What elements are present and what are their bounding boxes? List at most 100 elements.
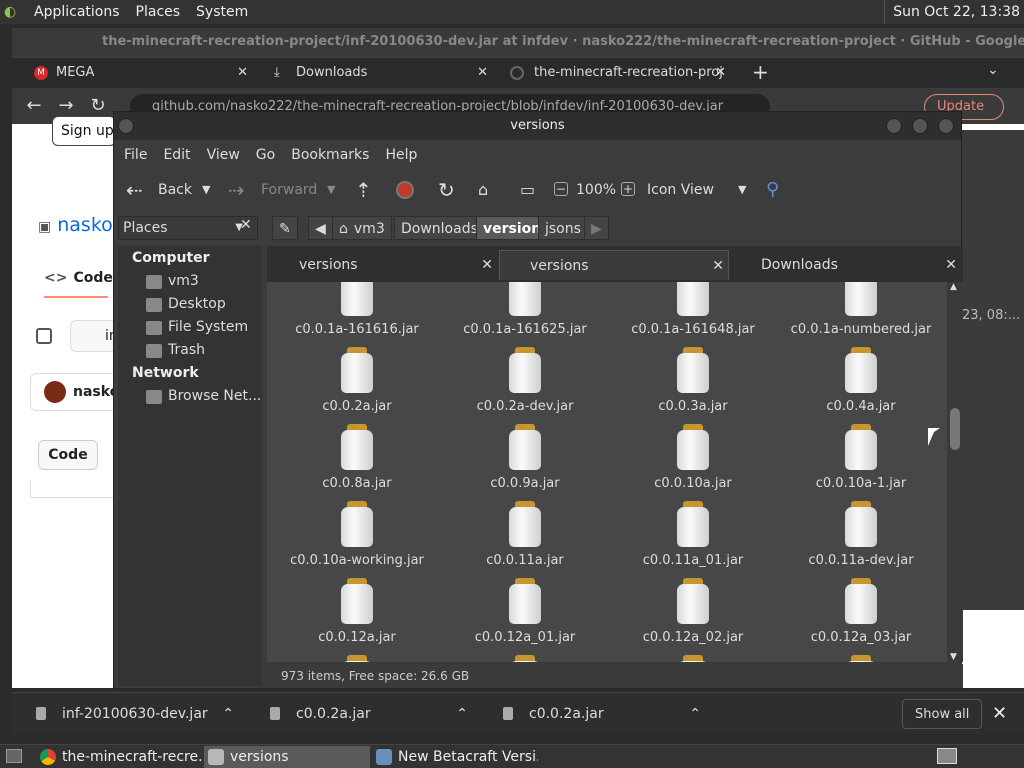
chevron-up-icon[interactable]: ⌃ xyxy=(456,693,468,735)
close-icon[interactable]: ✕ xyxy=(481,250,493,280)
file-item-partial[interactable] xyxy=(609,655,777,662)
file-item[interactable]: c0.0.1a-161616.jar xyxy=(273,282,441,337)
close-icon[interactable] xyxy=(938,118,954,134)
file-item[interactable]: c0.0.9a.jar xyxy=(441,424,609,491)
file-item-partial[interactable] xyxy=(777,655,945,662)
chevron-up-icon[interactable]: ⌃ xyxy=(222,693,234,735)
file-item[interactable]: c0.0.8a.jar xyxy=(273,424,441,491)
sidebar-item-vm3[interactable]: vm3 xyxy=(146,273,199,289)
file-item-partial[interactable] xyxy=(441,655,609,662)
scroll-up-icon[interactable]: ▲ xyxy=(950,282,957,292)
code-button[interactable]: Code xyxy=(38,440,98,470)
close-icon[interactable]: ✕ xyxy=(992,693,1007,735)
menu-go[interactable]: Go xyxy=(250,147,281,163)
file-item[interactable]: c0.0.2a.jar xyxy=(273,347,441,414)
back-arrow-icon[interactable]: ⇠ xyxy=(126,170,143,210)
tab-mega[interactable]: M MEGA ✕ xyxy=(24,58,254,88)
window-menu-icon[interactable] xyxy=(118,118,134,134)
panel-toggle-icon[interactable] xyxy=(36,328,52,344)
file-item[interactable]: c0.0.10a-working.jar xyxy=(273,501,441,568)
close-icon[interactable]: ✕ xyxy=(715,58,726,88)
file-item[interactable]: c0.0.11a.jar xyxy=(441,501,609,568)
distro-logo-icon[interactable]: ◐ xyxy=(0,0,26,24)
file-item[interactable]: c0.0.12a.jar xyxy=(273,578,441,645)
minimize-icon[interactable] xyxy=(886,118,902,134)
reload-icon[interactable]: ↻ xyxy=(86,94,110,118)
back-icon[interactable]: ← xyxy=(22,94,46,118)
tab-downloads[interactable]: Downloads ✕ xyxy=(731,250,961,280)
crumb-right-icon[interactable]: ▶ xyxy=(584,216,609,240)
menu-edit[interactable]: Edit xyxy=(157,147,196,163)
clock[interactable]: Sun Oct 22, 13:38 xyxy=(884,0,1020,24)
download-item[interactable]: inf-20100630-dev.jar ⌃ xyxy=(12,693,242,735)
reload-icon[interactable]: ↻ xyxy=(438,170,455,210)
close-icon[interactable]: ✕ xyxy=(945,250,957,280)
sign-up-button[interactable]: Sign up xyxy=(52,116,116,146)
tab-versions-1[interactable]: versions ✕ xyxy=(269,250,497,280)
chevron-down-icon[interactable]: ▼ xyxy=(738,170,746,210)
menu-places[interactable]: Places xyxy=(128,0,189,24)
close-icon[interactable]: ✕ xyxy=(477,58,488,88)
file-item[interactable]: c0.0.10a-1.jar xyxy=(777,424,945,491)
edit-location-icon[interactable]: ✎ xyxy=(272,216,298,240)
forward-arrow-icon[interactable]: ⇢ xyxy=(228,170,245,210)
workspace-switcher-icon[interactable] xyxy=(937,748,957,764)
file-item[interactable]: c0.0.4a.jar xyxy=(777,347,945,414)
sidebar-item-desktop[interactable]: Desktop xyxy=(146,296,226,312)
show-all-button[interactable]: Show all xyxy=(902,699,983,729)
back-history-icon[interactable]: ▼ xyxy=(202,170,210,210)
crumb-downloads[interactable]: Downloads xyxy=(394,216,485,240)
task-versions[interactable]: versions xyxy=(204,746,370,768)
menu-file[interactable]: File xyxy=(118,147,153,163)
vertical-scrollbar[interactable]: ▲ ▼ xyxy=(947,282,963,662)
crumb-jsons[interactable]: jsons xyxy=(538,216,588,240)
crumb-left-icon[interactable]: ◀ xyxy=(308,216,333,240)
file-item[interactable]: c0.0.1a-numbered.jar xyxy=(777,282,945,337)
file-item[interactable]: c0.0.1a-161648.jar xyxy=(609,282,777,337)
tab-versions-2[interactable]: versions ✕ xyxy=(499,250,729,280)
avatar[interactable] xyxy=(44,381,66,403)
menu-system[interactable]: System xyxy=(188,0,256,24)
scroll-down-icon[interactable]: ▼ xyxy=(950,652,957,662)
download-item[interactable]: c0.0.2a.jar ⌃ xyxy=(479,693,709,735)
file-item[interactable]: c0.0.11a-dev.jar xyxy=(777,501,945,568)
computer-icon[interactable]: ▭ xyxy=(520,170,535,210)
tab-search-icon[interactable]: ⌄ xyxy=(987,62,999,78)
sidebar-item-file-system[interactable]: File System xyxy=(146,319,248,335)
maximize-icon[interactable] xyxy=(912,118,928,134)
file-item[interactable]: c0.0.12a_03.jar xyxy=(777,578,945,645)
menu-help[interactable]: Help xyxy=(379,147,423,163)
file-item[interactable]: c0.0.12a_01.jar xyxy=(441,578,609,645)
tab-downloads[interactable]: ⤓ Downloads ✕ xyxy=(264,58,494,88)
file-item[interactable]: c0.0.3a.jar xyxy=(609,347,777,414)
file-item-partial[interactable] xyxy=(273,655,441,662)
forward-history-icon[interactable]: ▼ xyxy=(327,170,335,210)
tab-github[interactable]: the-minecraft-recreation-proj ✕ xyxy=(502,58,732,88)
search-icon[interactable]: ⚲ xyxy=(766,170,779,210)
chevron-up-icon[interactable]: ⌃ xyxy=(689,693,701,735)
task-betacraft[interactable]: New Betacraft Versi... xyxy=(372,746,538,768)
sidebar-type-select[interactable]: Places ▼ xyxy=(118,216,258,240)
up-icon[interactable]: ⇡ xyxy=(355,170,372,210)
scrollbar-thumb[interactable] xyxy=(950,408,960,450)
menu-applications[interactable]: Applications xyxy=(26,0,128,24)
zoom-out-icon[interactable]: − xyxy=(554,182,568,196)
menu-bookmarks[interactable]: Bookmarks xyxy=(285,147,375,163)
close-sidebar-icon[interactable]: ✕ xyxy=(240,217,252,233)
close-icon[interactable]: ✕ xyxy=(712,251,724,281)
task-chrome[interactable]: the-minecraft-recre... xyxy=(36,746,202,768)
file-item[interactable]: c0.0.10a.jar xyxy=(609,424,777,491)
file-item[interactable]: c0.0.1a-161625.jar xyxy=(441,282,609,337)
repo-link[interactable]: ▣ nasko xyxy=(38,214,113,236)
file-item[interactable]: c0.0.2a-dev.jar xyxy=(441,347,609,414)
home-icon[interactable]: ⌂ xyxy=(478,170,488,210)
download-item[interactable]: c0.0.2a.jar ⌃ xyxy=(246,693,476,735)
close-icon[interactable]: ✕ xyxy=(237,58,248,88)
file-item[interactable]: c0.0.11a_01.jar xyxy=(609,501,777,568)
crumb-vm3[interactable]: ⌂ vm3 xyxy=(332,216,392,240)
view-mode-select[interactable]: Icon View xyxy=(647,170,714,210)
menu-view[interactable]: View xyxy=(201,147,246,163)
zoom-in-icon[interactable]: + xyxy=(621,182,635,196)
forward-icon[interactable]: → xyxy=(54,94,78,118)
sidebar-item-trash[interactable]: Trash xyxy=(146,342,205,358)
